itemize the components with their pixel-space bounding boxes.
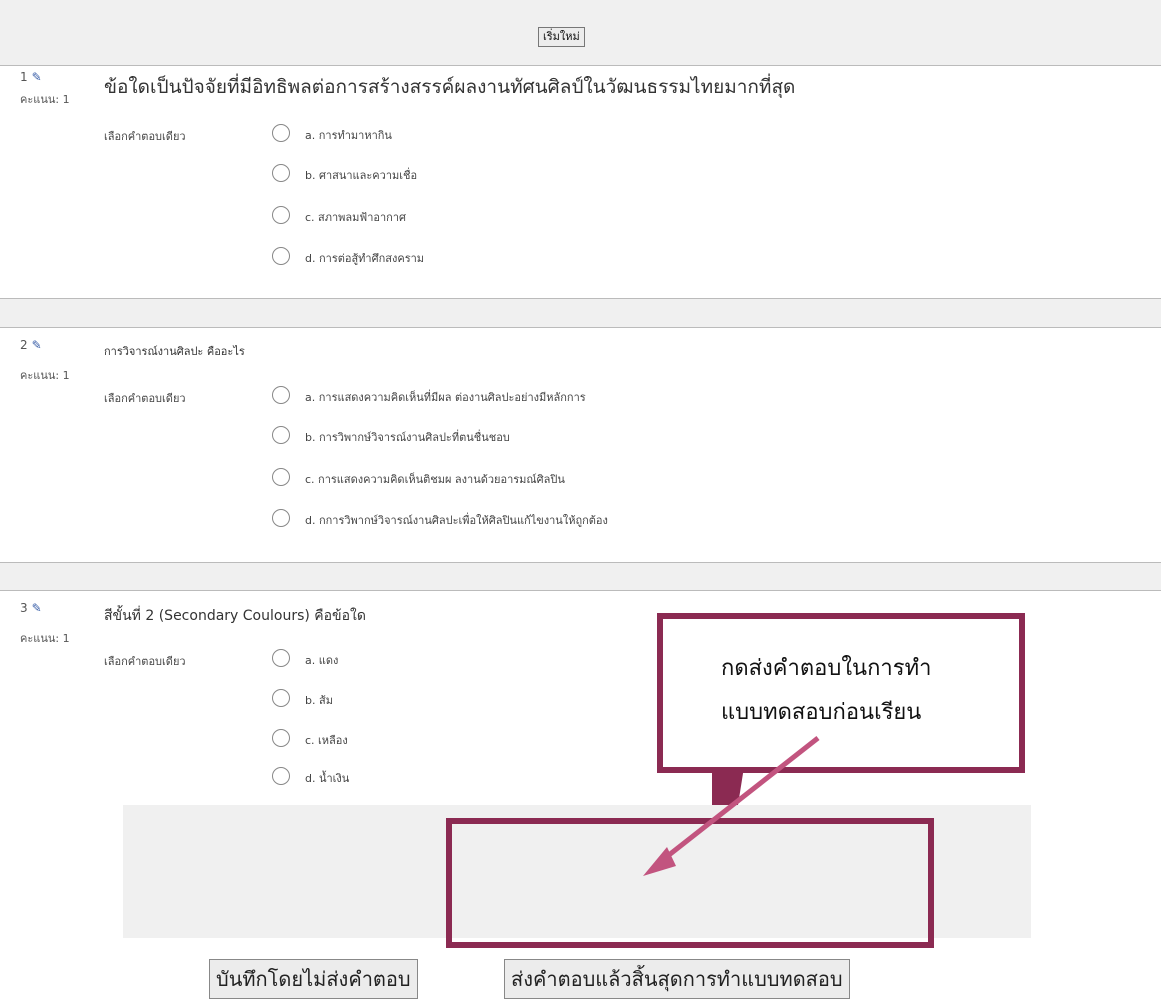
annotation-callout: กดส่งคำตอบในการทำ แบบทดสอบก่อนเรียน [657,613,1025,773]
question-score: คะแนน: 1 [20,93,70,106]
question-text: ข้อใดเป็นปัจจัยที่มีอิทธิพลต่อการสร้างสร… [104,76,796,98]
question-score: คะแนน: 1 [20,369,70,382]
question-number: 3 ✎ [20,601,42,615]
pencil-icon[interactable]: ✎ [32,70,42,84]
option-label: a. การแสดงความคิดเห็นที่มีผล ต่องานศิลปะ… [305,391,586,404]
question-1: 1 ✎ คะแนน: 1 ข้อใดเป็นปัจจัยที่มีอิทธิพลต… [0,66,1161,298]
answer-type-label: เลือกคำตอบเดียว [104,655,186,668]
question-text: สีขั้นที่ 2 (Secondary Coulours) คือข้อใ… [104,608,366,624]
question-separator [0,563,1161,590]
question-score: คะแนน: 1 [20,632,70,645]
question-2: 2 ✎ คะแนน: 1 การวิจารณ์งานศิลปะ คืออะไร เ… [0,328,1161,562]
callout-line-1: กดส่งคำตอบในการทำ [721,656,932,681]
option-label: a. แดง [305,654,339,667]
radio-button[interactable] [272,124,290,142]
submit-and-finish-button[interactable]: ส่งคำตอบแล้วสิ้นสุดการทำแบบทดสอบ [504,959,850,999]
option-label: d. น้ำเงิน [305,772,350,785]
radio-button[interactable] [272,729,290,747]
radio-button[interactable] [272,509,290,527]
callout-line-2: แบบทดสอบก่อนเรียน [721,700,922,725]
radio-button[interactable] [272,164,290,182]
option-label: b. ศาสนาและความเชื่อ [305,169,418,182]
submit-highlight-box [446,818,934,948]
radio-button[interactable] [272,689,290,707]
radio-button[interactable] [272,649,290,667]
restart-button[interactable]: เริ่มใหม่ [538,27,585,47]
radio-button[interactable] [272,206,290,224]
option-label: c. การแสดงความคิดเห็นติชมผ ลงานด้วยอารมณ… [305,473,565,486]
radio-button[interactable] [272,767,290,785]
radio-button[interactable] [272,386,290,404]
option-label: d. กการวิพากษ์วิจารณ์งานศิลปะเพื่อให้ศิล… [305,514,608,527]
option-label: b. ส้ม [305,694,333,707]
question-number: 1 ✎ [20,70,42,84]
question-separator [0,299,1161,327]
pencil-icon[interactable]: ✎ [32,601,42,615]
quiz-toolbar: เริ่มใหม่ [0,0,1161,66]
radio-button[interactable] [272,426,290,444]
callout-text: กดส่งคำตอบในการทำ แบบทดสอบก่อนเรียน [721,647,931,735]
option-label: d. การต่อสู้ทำศึกสงคราม [305,252,425,265]
question-text: การวิจารณ์งานศิลปะ คืออะไร [104,345,245,358]
pencil-icon[interactable]: ✎ [32,338,42,352]
option-label: b. การวิพากษ์วิจารณ์งานศิลปะที่ตนชื่นชอบ [305,431,510,444]
radio-button[interactable] [272,247,290,265]
answer-type-label: เลือกคำตอบเดียว [104,130,186,143]
question-number: 2 ✎ [20,338,42,352]
option-label: a. การทำมาหากิน [305,129,392,142]
option-label: c. สภาพลมฟ้าอากาศ [305,211,406,224]
answer-type-label: เลือกคำตอบเดียว [104,392,186,405]
option-label: c. เหลือง [305,734,348,747]
radio-button[interactable] [272,468,290,486]
save-without-submit-button[interactable]: บันทึกโดยไม่ส่งคำตอบ [209,959,418,999]
